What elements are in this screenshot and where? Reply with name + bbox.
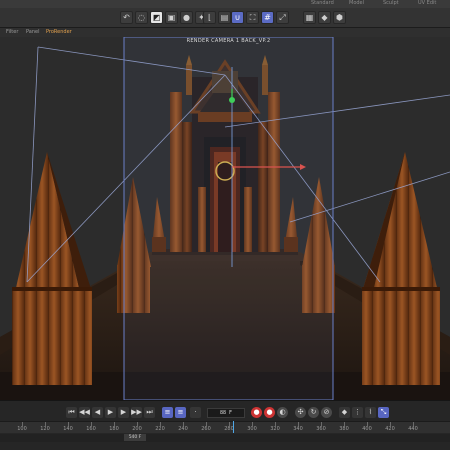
- tab-model[interactable]: Model: [349, 0, 364, 6]
- select-icon[interactable]: ◩: [150, 11, 163, 24]
- cube-icon[interactable]: ▣: [165, 11, 178, 24]
- scene-render: [0, 37, 450, 400]
- play-icon[interactable]: ▶: [105, 407, 116, 418]
- coord-icon[interactable]: ▤: [218, 11, 231, 24]
- range-start-field[interactable]: 540 F: [124, 434, 146, 441]
- grid-icon[interactable]: #: [261, 11, 274, 24]
- axis-icon[interactable]: ⤢: [276, 11, 289, 24]
- lock-icon[interactable]: ▦: [303, 11, 316, 24]
- tab-standard[interactable]: Standard: [311, 0, 334, 6]
- keyframe-icon[interactable]: ◆: [339, 407, 350, 418]
- pla-icon[interactable]: ⋮: [352, 407, 363, 418]
- menu-filter[interactable]: Filter: [6, 29, 18, 35]
- toolbar-group-history: ↶ ◌ ◩ ▣ ● ✦: [120, 11, 208, 25]
- range-icon[interactable]: ≡: [175, 407, 186, 418]
- ruler-label: 140: [63, 426, 73, 432]
- camera-label: RENDER CAMERA 1 BACK_VP.2: [186, 38, 271, 44]
- pillar-large-left: [12, 152, 92, 385]
- ruler-label: 420: [385, 426, 395, 432]
- ruler-label: 220: [155, 426, 165, 432]
- ruler-label: 380: [339, 426, 349, 432]
- loop-icon[interactable]: ≡: [162, 407, 173, 418]
- param-key-icon[interactable]: ⊘: [321, 407, 332, 418]
- step-forward-icon[interactable]: ▶: [118, 407, 129, 418]
- toolbar-group-view: ⌊ ▤: [203, 11, 231, 25]
- speed-icon[interactable]: ·: [190, 407, 201, 418]
- rotate-key-icon[interactable]: ↻: [308, 407, 319, 418]
- toolbar-group-snap: ∪ ⛶ # ⤢: [231, 11, 289, 25]
- snap-icon[interactable]: ⛶: [246, 11, 259, 24]
- 3d-viewport[interactable]: RENDER CAMERA 1 BACK_VP.2: [0, 37, 450, 400]
- camera-safe-frame: [123, 37, 334, 400]
- prev-key-icon[interactable]: ◀◀: [79, 407, 90, 418]
- magnet-icon[interactable]: ∪: [231, 11, 244, 24]
- record-icon[interactable]: ●: [251, 407, 262, 418]
- playhead[interactable]: [233, 421, 234, 433]
- tab-sculpt[interactable]: Sculpt: [383, 0, 399, 6]
- ruler-label: 260: [201, 426, 211, 432]
- timeline-settings-icon[interactable]: ⤡: [378, 407, 389, 418]
- tab-uv-edit[interactable]: UV Edit: [418, 0, 436, 6]
- go-to-start-icon[interactable]: ⏮: [66, 407, 77, 418]
- fcurve-icon[interactable]: ⌇: [365, 407, 376, 418]
- sphere-icon[interactable]: ●: [180, 11, 193, 24]
- menu-prorender[interactable]: ProRender: [46, 29, 72, 35]
- ruler-label: 160: [86, 426, 96, 432]
- ruler-label: 100: [17, 426, 27, 432]
- redo-icon[interactable]: ◌: [135, 11, 148, 24]
- ruler-label: 400: [362, 426, 372, 432]
- motion-icon[interactable]: ✣: [295, 407, 306, 418]
- viewport-menu: Filter Panel ProRender: [0, 28, 450, 37]
- workspace-tabs: Standard Model Sculpt UV Edit: [0, 0, 450, 8]
- material-icon[interactable]: ◆: [318, 11, 331, 24]
- go-to-end-icon[interactable]: ⏭: [144, 407, 155, 418]
- ruler-label: 440: [408, 426, 418, 432]
- current-frame-field[interactable]: 88 F: [207, 408, 245, 418]
- undo-icon[interactable]: ↶: [120, 11, 133, 24]
- key-filter-icon[interactable]: ◐: [277, 407, 288, 418]
- range-bar[interactable]: [0, 434, 450, 442]
- ruler-label: 340: [293, 426, 303, 432]
- ruler-label: 300: [247, 426, 257, 432]
- timeline-panel: ⏮ ◀◀ ◀ ▶ ▶ ▶▶ ⏭ ≡ ≡ · 88 F ● ● ◐ ✣ ↻ ⊘ ◆…: [0, 400, 450, 450]
- ruler-label: 120: [40, 426, 50, 432]
- ruler-label: 180: [109, 426, 119, 432]
- ruler-label: 200: [132, 426, 142, 432]
- auto-key-icon[interactable]: ●: [264, 407, 275, 418]
- ruler-label: 360: [316, 426, 326, 432]
- menu-panel[interactable]: Panel: [26, 29, 40, 35]
- step-back-icon[interactable]: ◀: [92, 407, 103, 418]
- timeline-ruler[interactable]: 100 120 140 160 180 200 220 240 260 280 300 320 340 3…: [0, 421, 450, 433]
- ruler-label: 240: [178, 426, 188, 432]
- ruler-label: 320: [270, 426, 280, 432]
- render-icon[interactable]: ⬢: [333, 11, 346, 24]
- transport-controls: ⏮ ◀◀ ◀ ▶ ▶ ▶▶ ⏭ ≡ ≡ · 88 F ● ● ◐ ✣ ↻ ⊘ ◆…: [0, 405, 450, 421]
- next-key-icon[interactable]: ▶▶: [131, 407, 142, 418]
- main-toolbar: ↶ ◌ ◩ ▣ ● ✦ ⌊ ▤ ∪ ⛶ # ⤢ ▦ ◆ ⬢: [0, 8, 450, 28]
- frame-icon[interactable]: ⌊: [203, 11, 216, 24]
- toolbar-group-render: ▦ ◆ ⬢: [303, 11, 346, 25]
